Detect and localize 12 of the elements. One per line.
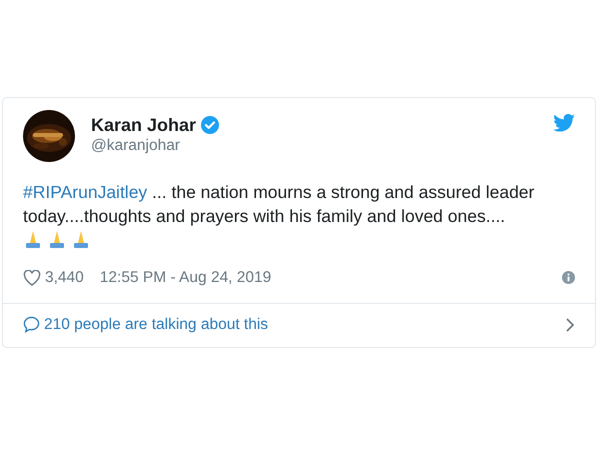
- tweet-text: #RIPArunJaitley ... the nation mourns a strong and assured leader today....thoughts and prayers with his family and loved ones....: [23, 181, 536, 228]
- author-handle[interactable]: @karanjohar: [91, 136, 220, 156]
- timestamp-link[interactable]: 12:55 PM - Aug 24, 2019: [100, 266, 272, 290]
- chevron-right-icon: [565, 316, 575, 333]
- author-name[interactable]: Karan Johar: [91, 114, 196, 136]
- like-count: 3,440: [45, 268, 84, 288]
- info-icon[interactable]: [562, 271, 575, 284]
- heart-icon[interactable]: [23, 270, 41, 286]
- hashtag-link[interactable]: #RIPArunJaitley: [23, 182, 148, 202]
- bird-logo-icon[interactable]: [553, 114, 575, 132]
- conversation-link[interactable]: 210 people are talking about this: [3, 303, 595, 346]
- speech-bubble-icon: [23, 316, 40, 334]
